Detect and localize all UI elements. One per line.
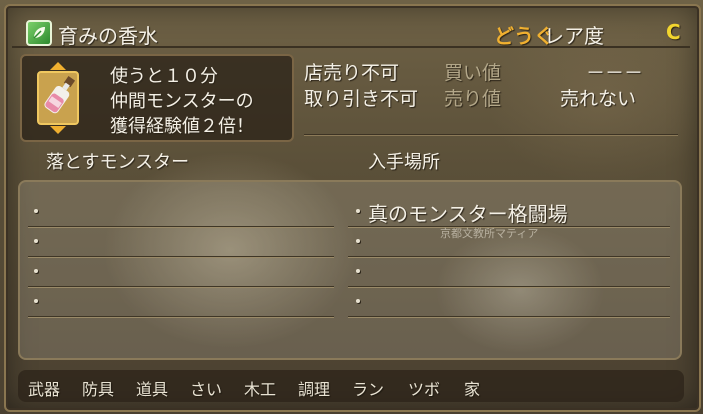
sell-price-label: 売り値 bbox=[444, 88, 502, 110]
title-bar: 育みの香水 どうぐ レア度 C bbox=[12, 12, 690, 48]
description-line-1: 使うと１０分 bbox=[110, 66, 218, 87]
tab-weapons[interactable]: 武器 bbox=[28, 376, 60, 400]
divider bbox=[304, 134, 678, 136]
list-row-divider bbox=[348, 256, 670, 258]
location-slot bbox=[356, 239, 360, 243]
description-box: 使うと１０分 仲間モンスターの 獲得経験値２倍！ bbox=[20, 54, 294, 142]
trade-status: 取り引き不可 bbox=[304, 88, 419, 110]
drop-monster-slot bbox=[34, 269, 38, 273]
tab-lamp[interactable]: ラン bbox=[352, 376, 384, 400]
tab-cooking[interactable]: 調理 bbox=[298, 376, 330, 400]
description-line-3: 獲得経験値２倍！ bbox=[110, 116, 254, 137]
location-slot bbox=[356, 209, 360, 213]
drop-monster-slot bbox=[34, 209, 38, 213]
info-list-panel bbox=[18, 180, 682, 360]
list-row-divider bbox=[348, 316, 670, 318]
location-slot bbox=[356, 299, 360, 303]
drop-monster-slot bbox=[34, 239, 38, 243]
buy-price-value: －－－ bbox=[586, 62, 644, 84]
tab-sewing[interactable]: さい bbox=[190, 376, 222, 400]
shop-sell-status: 店売り不可 bbox=[304, 62, 400, 84]
tab-tools[interactable]: 道具 bbox=[136, 376, 168, 400]
tab-house[interactable]: 家 bbox=[464, 376, 480, 400]
sell-price-value: 売れない bbox=[560, 88, 637, 110]
perfume-bottle-image bbox=[36, 62, 80, 134]
obtain-locations-heading: 入手場所 bbox=[368, 152, 440, 173]
rarity-value: C bbox=[666, 20, 681, 44]
rarity-label: レア度 bbox=[544, 24, 604, 48]
drop-monster-slot bbox=[34, 299, 38, 303]
description-line-2: 仲間モンスターの bbox=[110, 91, 254, 112]
category-tab-bar: 武器 防具 道具 さい 木工 調理 ラン ツボ 家 bbox=[18, 370, 684, 402]
tab-armor[interactable]: 防具 bbox=[82, 376, 114, 400]
list-row-divider bbox=[28, 226, 334, 228]
tab-pot[interactable]: ツボ bbox=[408, 376, 440, 400]
item-name: 育みの香水 bbox=[58, 24, 158, 48]
leaf-icon bbox=[26, 20, 52, 46]
list-row-divider bbox=[28, 316, 334, 318]
list-row-divider bbox=[28, 286, 334, 288]
location-slot bbox=[356, 269, 360, 273]
location-entry[interactable]: 真のモンスター格闘場 bbox=[368, 198, 568, 227]
drop-monsters-heading: 落とすモンスター bbox=[46, 152, 190, 173]
tab-woodwork[interactable]: 木工 bbox=[244, 376, 276, 400]
watermark-text: 京都文教所マティア bbox=[440, 227, 539, 240]
list-row-divider bbox=[28, 256, 334, 258]
buy-price-label: 買い値 bbox=[444, 62, 502, 84]
list-row-divider bbox=[348, 286, 670, 288]
